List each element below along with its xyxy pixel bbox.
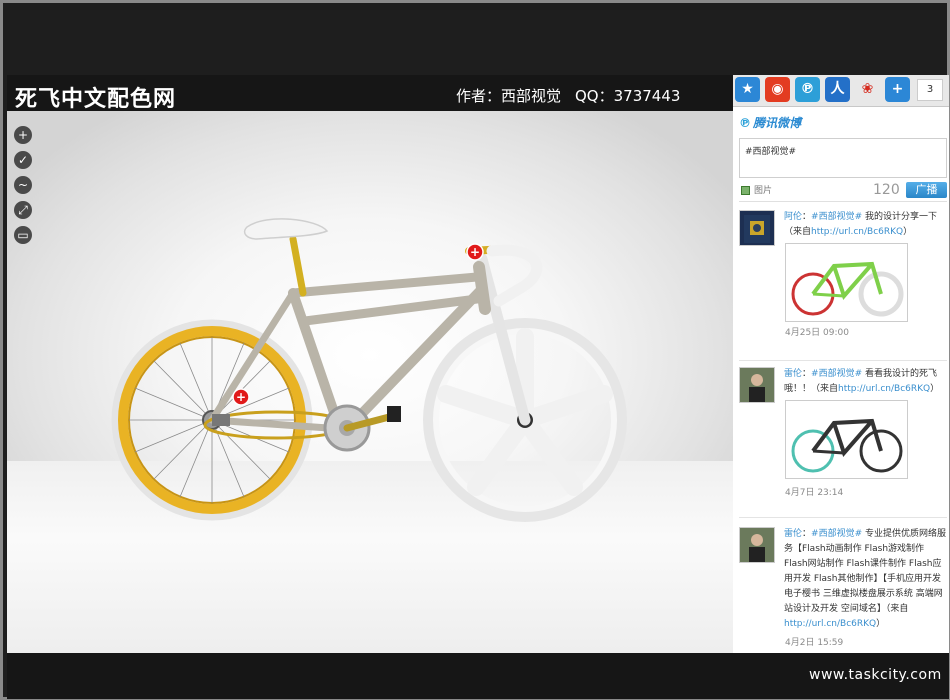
- tool-column: + ✓ ~ ⤢ ▭: [14, 126, 34, 251]
- post-text: 雷伦：#西部视觉# 专业提供优质网络服务【Flash动画制作 Flash游戏制作…: [784, 527, 949, 632]
- post-url-link[interactable]: http://url.cn/Bc6RKQ: [838, 384, 930, 394]
- post-colon: ：: [802, 369, 812, 379]
- brand-label: 腾讯微博: [753, 116, 802, 130]
- username[interactable]: 雷伦: [784, 369, 802, 379]
- svg-text:+: +: [236, 390, 246, 404]
- qq-label: QQ：3737443: [575, 87, 681, 105]
- feed-divider: [739, 201, 947, 202]
- bike-illustration: + +: [111, 218, 627, 522]
- weibo-logo-icon: ℗: [739, 116, 751, 130]
- post-url-link[interactable]: http://url.cn/Bc6RKQ: [784, 619, 876, 629]
- username[interactable]: 雷伦: [784, 529, 802, 539]
- image-attach-link[interactable]: 图片: [741, 183, 772, 196]
- wave-icon[interactable]: ~: [14, 176, 32, 194]
- post-body: 专业提供优质网络服务【Flash动画制作 Flash游戏制作 Flash网站制作…: [784, 529, 946, 614]
- post-colon: ：: [802, 529, 812, 539]
- post-colon: ：: [802, 212, 812, 222]
- sohu-icon[interactable]: ❀: [855, 77, 880, 102]
- post-input[interactable]: #西部视觉#: [739, 138, 947, 178]
- plus-icon[interactable]: +: [885, 77, 910, 102]
- post-tail: ）: [876, 619, 886, 629]
- bike-stage: + ✓ ~ ⤢ ▭ + +: [7, 111, 733, 653]
- username[interactable]: 阿伦: [784, 212, 802, 222]
- app-frame: 死飞中文配色网 作者：西部视觉 QQ：3737443 + ✓ ~ ⤢ ▭ + +…: [0, 0, 950, 700]
- tencent-weibo-logo: ℗ 腾讯微博: [739, 114, 801, 131]
- avatar[interactable]: [739, 210, 775, 246]
- post-thumbnail[interactable]: [785, 243, 908, 322]
- svg-text:+: +: [470, 245, 480, 259]
- footer-url[interactable]: www.taskcity.com: [809, 667, 942, 683]
- print-icon[interactable]: ▭: [14, 226, 32, 244]
- header-bar: 死飞中文配色网 作者：西部视觉 QQ：3737443: [7, 75, 733, 112]
- color-marker[interactable]: +: [232, 388, 250, 406]
- post-time: 4月2日 15:59: [785, 638, 844, 648]
- check-icon[interactable]: ✓: [14, 151, 32, 169]
- weibo-sidebar: ★ ◉ ℗ 人 ❀ + 3 ℗ 腾讯微博 #西部视觉# 图片 120 广播 阿伦：…: [733, 75, 949, 653]
- weibo-icon[interactable]: ◉: [765, 77, 790, 102]
- tencent-icon[interactable]: ℗: [795, 77, 820, 102]
- post-time: 4月25日 09:00: [785, 328, 849, 338]
- site-title: 死飞中文配色网: [15, 86, 177, 112]
- zoom-in-icon[interactable]: +: [14, 126, 32, 144]
- share-bar: ★ ◉ ℗ 人 ❀ + 3: [733, 75, 949, 107]
- hashtag-link[interactable]: #西部视觉#: [811, 529, 862, 539]
- post-time: 4月7日 23:14: [785, 488, 844, 498]
- image-attach-label: 图片: [754, 186, 773, 196]
- post-text: 雷伦：#西部视觉# 看看我设计的死飞哦！！（来自http://url.cn/Bc…: [784, 367, 949, 397]
- char-count: 120: [873, 182, 900, 198]
- footer-bar: www.taskcity.com: [7, 653, 949, 699]
- post-tail: ）: [930, 384, 940, 394]
- color-marker[interactable]: +: [466, 243, 484, 261]
- post-thumbnail[interactable]: [785, 400, 908, 479]
- star-icon[interactable]: ★: [735, 77, 760, 102]
- post-text: 阿伦：#西部视觉# 我的设计分享一下（来自http://url.cn/Bc6RK…: [784, 210, 949, 240]
- fullscreen-icon[interactable]: ⤢: [14, 201, 32, 219]
- saddle[interactable]: [243, 218, 329, 240]
- avatar[interactable]: [739, 367, 775, 403]
- renren-icon[interactable]: 人: [825, 77, 850, 102]
- share-count: 3: [917, 79, 943, 101]
- feed-separator: [739, 517, 947, 518]
- hashtag-link[interactable]: #西部视觉#: [811, 212, 862, 222]
- publish-button[interactable]: 广播: [906, 182, 947, 198]
- image-icon: [741, 186, 750, 195]
- feed-separator: [739, 360, 947, 361]
- post-url-link[interactable]: http://url.cn/Bc6RKQ: [811, 227, 903, 237]
- post-tail: ）: [903, 227, 913, 237]
- avatar[interactable]: [739, 527, 775, 563]
- hashtag-link[interactable]: #西部视觉#: [811, 369, 862, 379]
- author-label: 作者：西部视觉: [456, 87, 562, 105]
